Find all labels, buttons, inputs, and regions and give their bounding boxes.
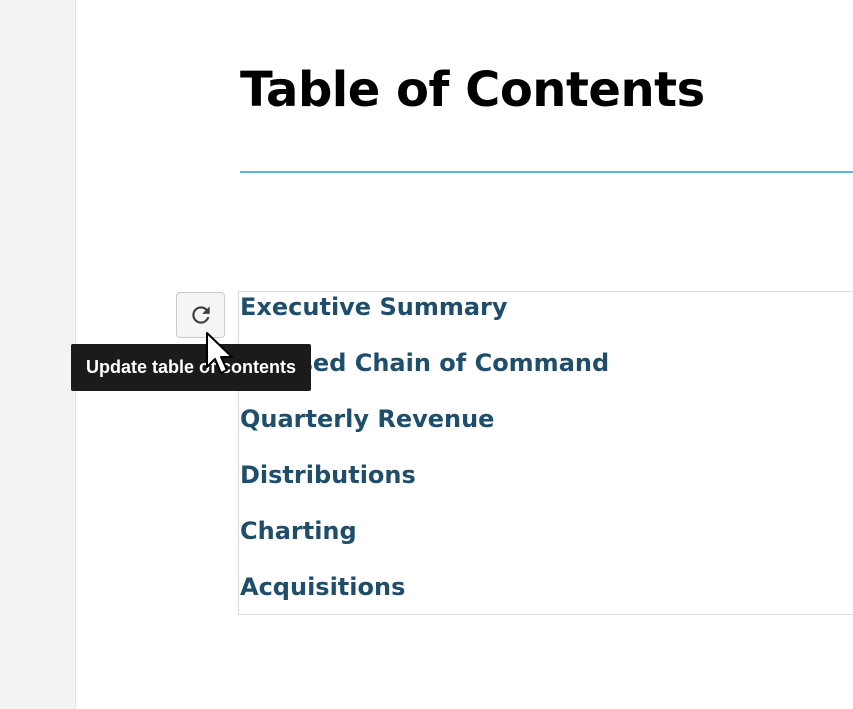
refresh-icon (188, 302, 214, 328)
title-underline (240, 171, 853, 173)
toc-entry-quarterly-revenue[interactable]: Quarterly Revenue (240, 405, 494, 433)
toc-entry-distributions[interactable]: Distributions (240, 461, 416, 489)
toc-entry-executive-summary[interactable]: Executive Summary (240, 293, 508, 321)
left-page-margin (0, 0, 76, 709)
mouse-pointer-icon (205, 331, 237, 377)
update-toc-tooltip: Update table of contents (71, 344, 312, 391)
page-title: Table of Contents (240, 62, 705, 118)
table-of-contents-block[interactable] (238, 291, 853, 615)
toc-entry-charting[interactable]: Charting (240, 517, 357, 545)
toc-entry-acquisitions[interactable]: Acquisitions (240, 573, 405, 601)
